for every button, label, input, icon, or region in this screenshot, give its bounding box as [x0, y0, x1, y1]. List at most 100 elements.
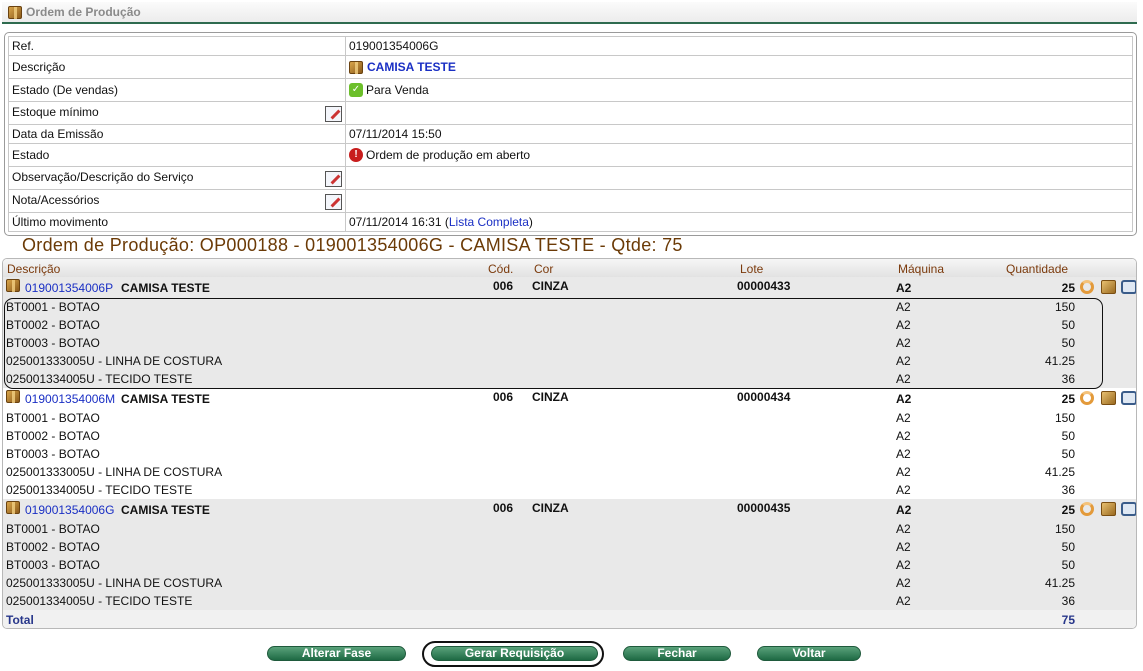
component-desc: 025001334005U - TECIDO TESTE — [6, 372, 193, 386]
edit-icon[interactable] — [325, 193, 342, 210]
product-code-link[interactable]: 019001354006M — [25, 392, 115, 406]
component-maquina: A2 — [896, 483, 911, 497]
component-quantidade: 50 — [1061, 336, 1075, 350]
order-info-panel: Ref. 019001354006G Descrição CAMISA TEST… — [4, 32, 1137, 236]
package-icon[interactable] — [1101, 280, 1116, 294]
component-desc: 025001333005U - LINHA DE COSTURA — [6, 465, 223, 479]
nota-label: Nota/Acessórios — [12, 192, 100, 207]
component-quantidade: 50 — [1061, 318, 1075, 332]
product-name: CAMISA TESTE — [121, 503, 210, 517]
product-cod: 006 — [493, 501, 514, 515]
ultimo-movimento-cell: 07/11/2014 16:31 (Lista Completa) — [345, 212, 1133, 232]
component-row: 025001333005U - LINHA DE COSTURA A2 41.25 — [3, 463, 1136, 481]
component-maquina: A2 — [896, 594, 911, 608]
data-emissao-value: 07/11/2014 15:50 — [345, 124, 1133, 144]
component-desc: 025001333005U - LINHA DE COSTURA — [6, 576, 223, 590]
ref-label: Ref. — [8, 36, 346, 56]
component-maquina: A2 — [896, 465, 911, 479]
component-row: 025001333005U - LINHA DE COSTURA A2 41.25 — [3, 352, 1136, 370]
estoque-minimo-row: Estoque mínimo — [8, 101, 346, 125]
component-row: BT0003 - BOTAO A2 50 — [3, 334, 1136, 352]
print-icon[interactable] — [1121, 280, 1136, 294]
component-quantidade: 50 — [1061, 429, 1075, 443]
component-quantidade: 41.25 — [1044, 354, 1075, 368]
component-desc: BT0002 - BOTAO — [6, 318, 100, 332]
product-row: 019001354006M CAMISA TESTE 006 CINZA 0000043… — [3, 388, 1136, 409]
component-maquina: A2 — [896, 336, 911, 350]
component-quantidade: 41.25 — [1044, 576, 1075, 590]
component-desc: BT0001 - BOTAO — [6, 411, 100, 425]
fechar-button[interactable]: Fechar — [623, 646, 731, 661]
product-maquina: A2 — [896, 281, 912, 295]
component-maquina: A2 — [896, 354, 911, 368]
print-icon[interactable] — [1121, 391, 1136, 405]
ultimo-movimento-value: 07/11/2014 16:31 — [349, 215, 442, 229]
edit-icon[interactable] — [325, 170, 342, 187]
component-maquina: A2 — [896, 540, 911, 554]
edit-icon[interactable] — [325, 105, 342, 122]
grid-header: Descrição Cód. Cor Lote Máquina Quantida… — [3, 259, 1136, 277]
voltar-button[interactable]: Voltar — [757, 646, 861, 661]
component-desc: 025001333005U - LINHA DE COSTURA — [6, 354, 223, 368]
estado-cell: ! Ordem de produção em aberto — [345, 143, 1133, 167]
component-quantidade: 50 — [1061, 558, 1075, 572]
estado-value: Ordem de produção em aberto — [366, 147, 531, 162]
product-group: 019001354006M CAMISA TESTE 006 CINZA 0000043… — [3, 388, 1136, 499]
descricao-value[interactable]: CAMISA TESTE — [367, 60, 456, 74]
ultimo-movimento-label: Último movimento — [8, 212, 346, 232]
product-quantidade: 25 — [1061, 392, 1075, 406]
product-maquina: A2 — [896, 392, 912, 406]
component-desc: BT0003 - BOTAO — [6, 336, 100, 350]
component-desc: 025001334005U - TECIDO TESTE — [6, 483, 193, 497]
col-cor: Cor — [534, 262, 554, 276]
product-lote: 00000435 — [737, 501, 791, 515]
component-desc: BT0001 - BOTAO — [6, 522, 100, 536]
col-maquina: Máquina — [898, 262, 945, 276]
lista-completa-link[interactable]: Lista Completa — [449, 215, 529, 229]
component-desc: BT0002 - BOTAO — [6, 540, 100, 554]
product-quantidade: 25 — [1061, 503, 1075, 517]
component-maquina: A2 — [896, 429, 911, 443]
component-desc: BT0001 - BOTAO — [6, 300, 100, 314]
page-header: Ordem de Produção — [2, 2, 1137, 24]
component-row: BT0003 - BOTAO A2 50 — [3, 445, 1136, 463]
product-quantidade: 25 — [1061, 281, 1075, 295]
print-icon[interactable] — [1121, 502, 1136, 516]
product-cor: CINZA — [532, 501, 569, 515]
product-name: CAMISA TESTE — [121, 281, 210, 295]
col-lote: Lote — [740, 262, 764, 276]
product-lote: 00000433 — [737, 279, 791, 293]
ref-value: 019001354006G — [345, 36, 1133, 56]
descricao-label: Descrição — [8, 55, 346, 79]
alterar-fase-button[interactable]: Alterar Fase — [267, 646, 406, 661]
product-cor: CINZA — [532, 390, 569, 404]
box-icon — [349, 61, 363, 75]
component-row: BT0003 - BOTAO A2 50 — [3, 556, 1136, 574]
box-icon — [6, 390, 20, 403]
component-maquina: A2 — [896, 372, 911, 386]
component-row: BT0001 - BOTAO A2 150 — [3, 520, 1136, 538]
op-title: Ordem de Produção: OP000188 - 0190013540… — [22, 235, 683, 255]
gerar-requisicao-button[interactable]: Gerar Requisição — [431, 646, 598, 661]
component-row: BT0002 - BOTAO A2 50 — [3, 427, 1136, 445]
product-code-link[interactable]: 019001354006G — [25, 503, 114, 517]
component-maquina: A2 — [896, 576, 911, 590]
col-cod: Cód. — [488, 262, 514, 276]
refresh-icon[interactable] — [1080, 280, 1094, 294]
total-value: 75 — [1061, 613, 1075, 627]
refresh-icon[interactable] — [1080, 502, 1094, 516]
product-code-link[interactable]: 019001354006P — [25, 281, 113, 295]
nota-row: Nota/Acessórios — [8, 189, 346, 213]
component-desc: BT0003 - BOTAO — [6, 558, 100, 572]
estado-vendas-cell: ✓ Para Venda — [345, 78, 1133, 102]
refresh-icon[interactable] — [1080, 391, 1094, 405]
alert-icon: ! — [349, 148, 363, 163]
component-desc: 025001334005U - TECIDO TESTE — [6, 594, 193, 608]
component-row: 025001333005U - LINHA DE COSTURA A2 41.25 — [3, 574, 1136, 592]
component-quantidade: 150 — [1054, 300, 1075, 314]
package-icon[interactable] — [1101, 502, 1116, 516]
component-row: 025001334005U - TECIDO TESTE A2 36 — [3, 481, 1136, 499]
package-icon[interactable] — [1101, 391, 1116, 405]
component-row: BT0001 - BOTAO A2 150 — [3, 298, 1136, 316]
component-quantidade: 50 — [1061, 447, 1075, 461]
